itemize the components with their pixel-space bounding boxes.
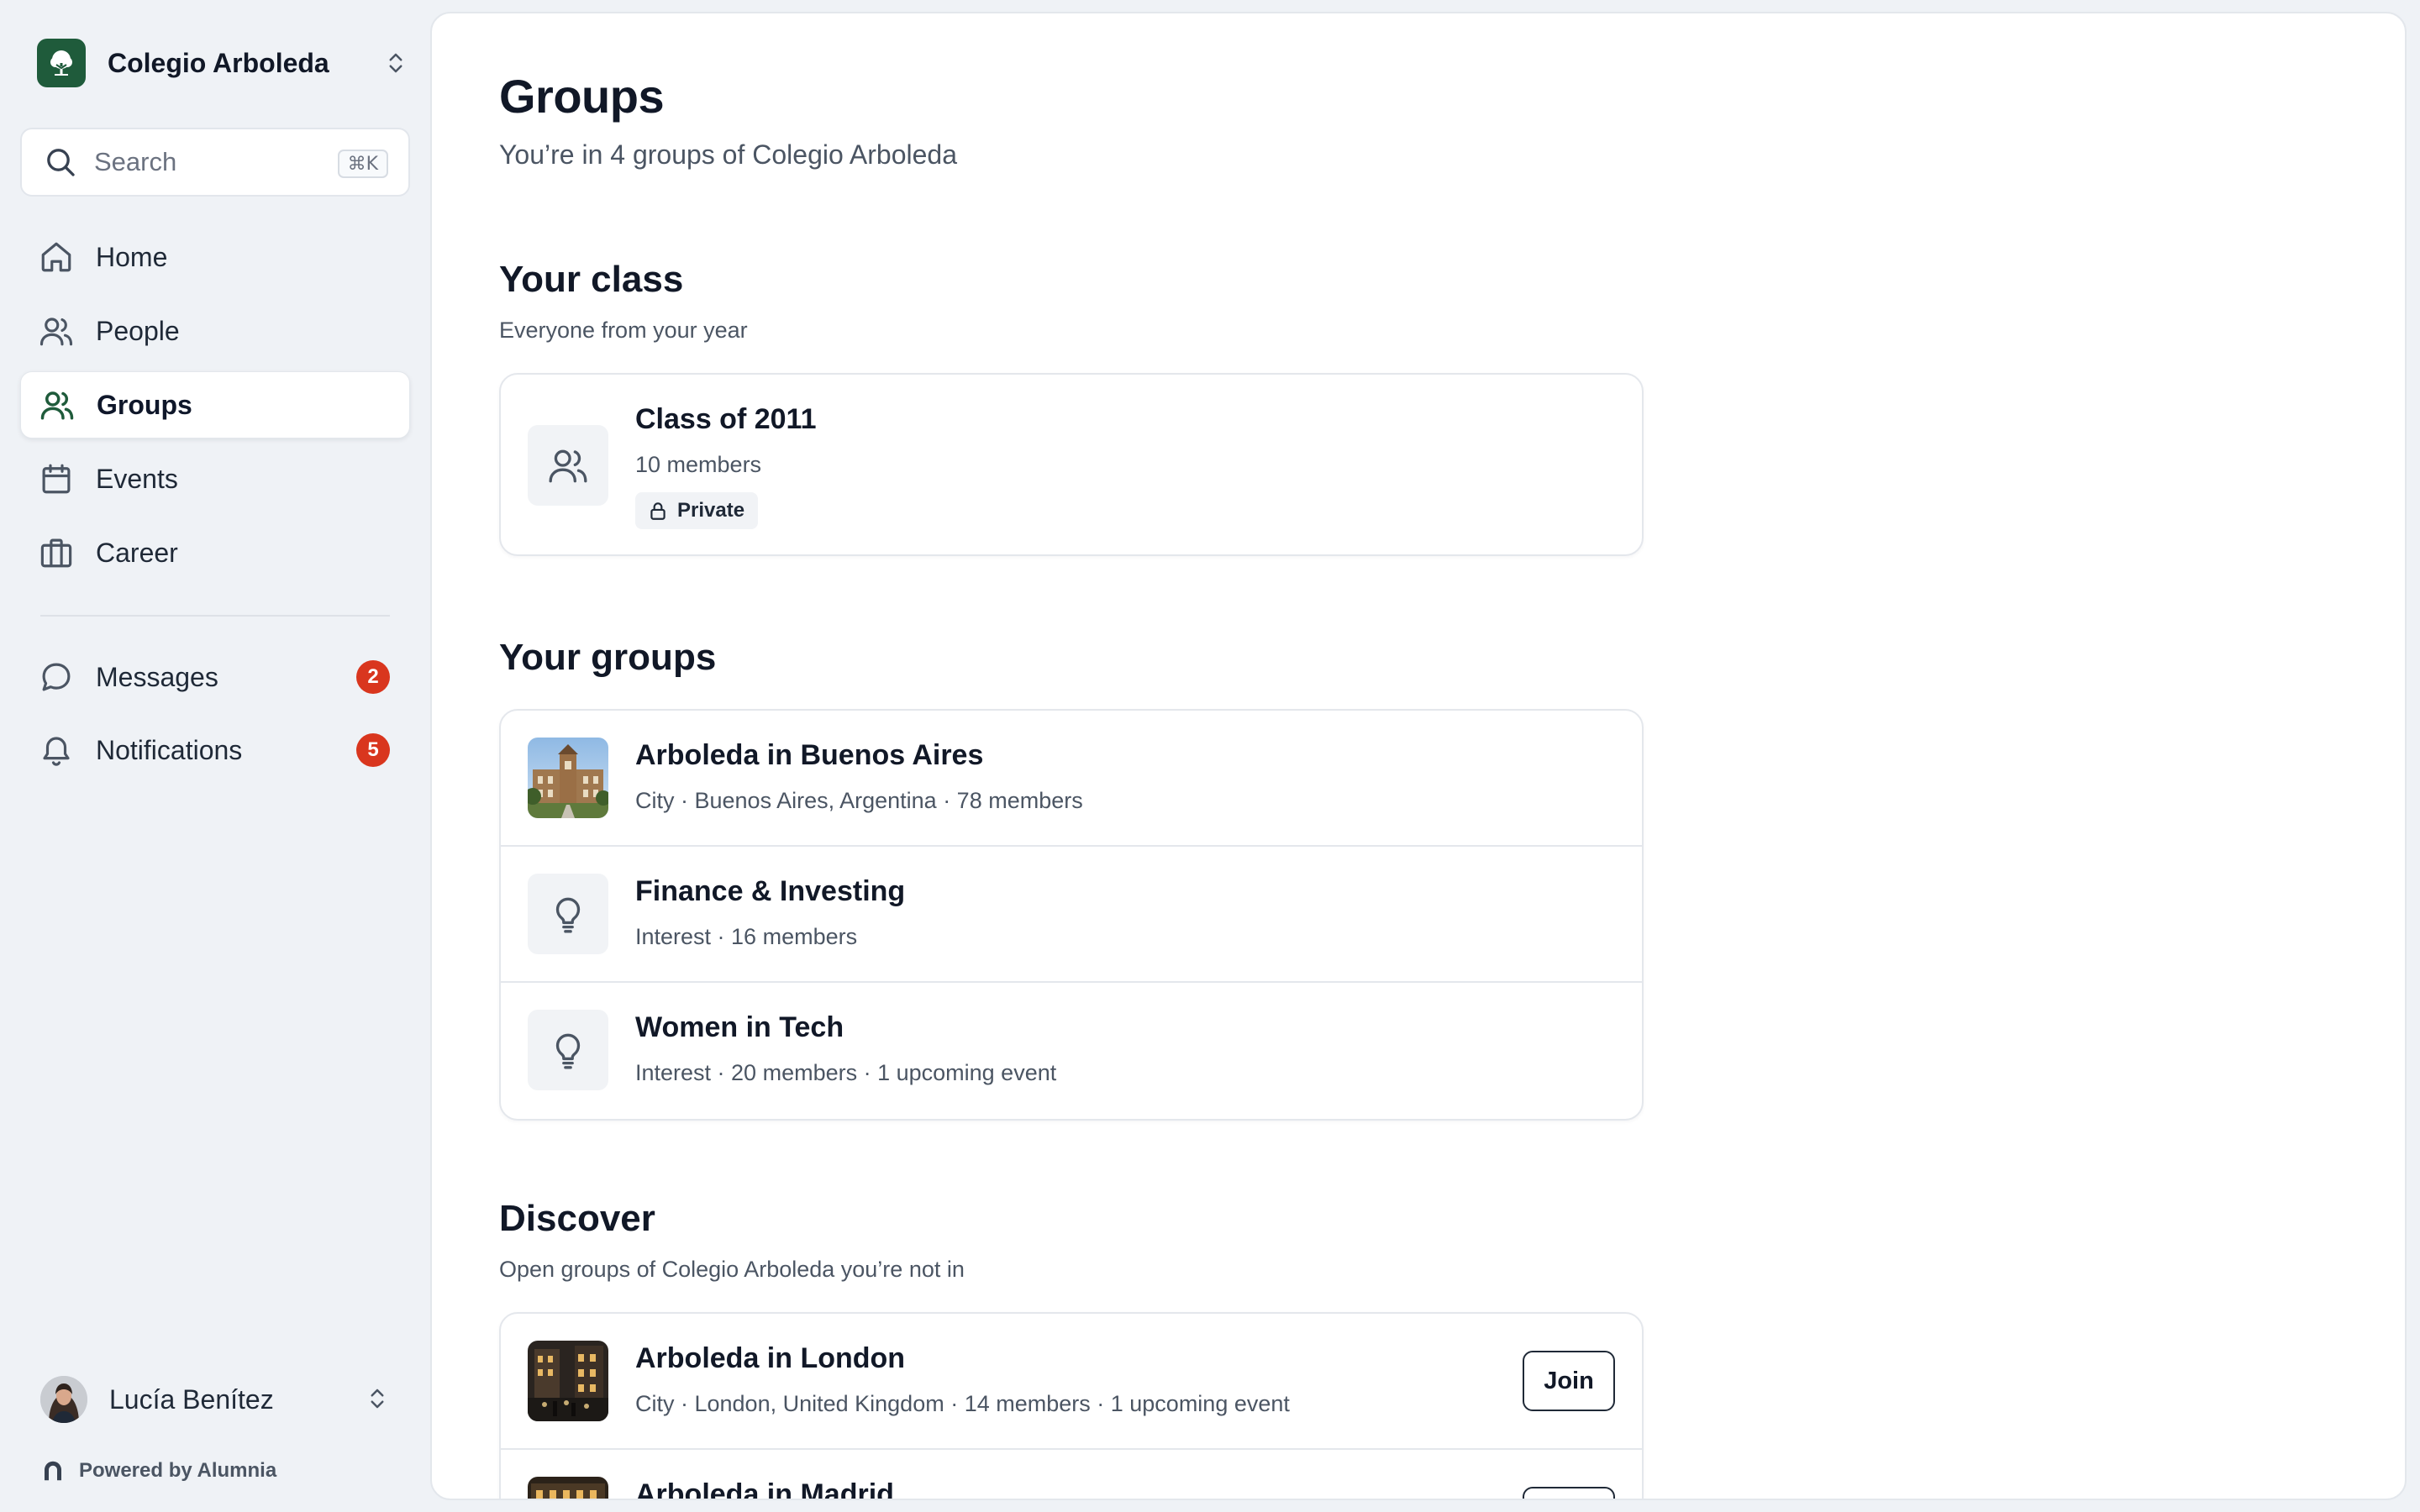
users-icon (549, 449, 587, 483)
city-photo (528, 1477, 608, 1499)
group-meta: 10 members (635, 452, 762, 477)
avatar (40, 1376, 87, 1423)
org-switcher[interactable]: Colegio Arboleda (37, 39, 408, 87)
sidebar-item-career[interactable]: Career (20, 519, 410, 586)
user-name: Lucía Benítez (109, 1383, 274, 1415)
sidebar-item-events[interactable]: Events (20, 445, 410, 512)
city-photo (528, 1341, 608, 1421)
sidebar-divider (40, 615, 390, 617)
group-meta: City · London, United Kingdom · 14 membe… (635, 1391, 1290, 1416)
group-thumbnail (528, 738, 608, 818)
section-subtitle-discover: Open groups of Colegio Arboleda you’re n… (499, 1257, 965, 1282)
group-name: Finance & Investing (635, 875, 906, 907)
group-meta: Interest · 16 members (635, 924, 858, 949)
join-button[interactable]: Join (1523, 1351, 1615, 1411)
sidebar-item-groups[interactable]: Groups (20, 371, 410, 438)
org-logo (37, 39, 86, 87)
home-icon (41, 242, 71, 272)
main-panel: Groups You’re in 4 groups of Colegio Arb… (430, 12, 2407, 1500)
section-title-your-class: Your class (499, 259, 684, 300)
sidebar-item-label: Home (96, 241, 168, 272)
calendar-icon (42, 464, 71, 494)
powered-by[interactable]: Powered by Alumnia (40, 1458, 276, 1483)
group-thumbnail (528, 1010, 608, 1090)
chevron-up-down-icon[interactable] (383, 50, 408, 76)
sidebar-item-people[interactable]: People (20, 297, 410, 365)
org-name: Colegio Arboleda (108, 47, 329, 78)
page-title: Groups (499, 70, 665, 123)
lightbulb-icon (555, 897, 581, 933)
people-icon (39, 318, 73, 346)
sidebar-item-label: Events (96, 463, 178, 494)
briefcase-icon (40, 538, 72, 568)
group-thumbnail (528, 874, 608, 954)
unread-badge: 5 (356, 733, 390, 767)
chevron-up-down-icon[interactable] (365, 1386, 390, 1411)
alumnia-logo-icon (45, 1461, 61, 1481)
powered-by-label: Powered by Alumnia (79, 1459, 277, 1482)
group-meta: Interest · 20 members · 1 upcoming event (635, 1060, 1057, 1085)
lightbulb-icon (555, 1033, 581, 1069)
group-meta: City · Buenos Aires, Argentina · 78 memb… (635, 788, 1083, 813)
group-name: Arboleda in Buenos Aires (635, 739, 984, 771)
privacy-label: Private (677, 499, 745, 522)
your-groups-list: Arboleda in Buenos Aires City · Buenos A… (499, 709, 1644, 1121)
chat-bubble-icon (42, 663, 71, 691)
section-title-discover: Discover (499, 1198, 655, 1239)
search-box[interactable]: ⌘K (20, 128, 410, 197)
sidebar-item-home[interactable]: Home (20, 223, 410, 291)
privacy-badge: Private (635, 492, 759, 529)
sidebar-item-label: People (96, 315, 180, 346)
sidebar-item-label: Groups (97, 389, 192, 420)
list-item[interactable]: Finance & Investing Interest · 16 member… (501, 847, 1642, 983)
section-subtitle-your-class: Everyone from your year (499, 318, 748, 343)
search-icon (47, 149, 75, 176)
search-input[interactable] (94, 147, 313, 177)
sidebar-item-label: Career (96, 537, 178, 568)
group-name: Arboleda in London (635, 1342, 906, 1374)
list-item[interactable]: Arboleda in Madrid Join (501, 1450, 1642, 1500)
sidebar-item-label: Messages (96, 661, 218, 692)
sidebar-item-label: Notifications (96, 734, 243, 765)
bell-icon (43, 737, 70, 766)
sidebar: Colegio Arboleda ⌘K Home People (0, 0, 430, 1512)
group-thumbnail (528, 1477, 608, 1499)
building-photo (528, 738, 608, 818)
section-title-your-groups: Your groups (499, 637, 717, 678)
search-shortcut-hint: ⌘K (337, 150, 388, 178)
sidebar-item-messages[interactable]: Messages 2 (20, 643, 410, 711)
list-item[interactable]: Arboleda in Buenos Aires City · Buenos A… (501, 711, 1642, 847)
discover-groups-list: Arboleda in London City · London, United… (499, 1312, 1644, 1500)
groups-icon (40, 391, 74, 420)
list-item[interactable]: Women in Tech Interest · 20 members · 1 … (501, 983, 1642, 1119)
sidebar-item-notifications[interactable]: Notifications 5 (20, 717, 410, 784)
tree-icon (50, 50, 72, 76)
user-menu[interactable]: Lucía Benítez (40, 1374, 390, 1425)
group-thumbnail (528, 425, 608, 506)
join-button[interactable]: Join (1523, 1487, 1615, 1499)
group-name: Arboleda in Madrid (635, 1478, 894, 1500)
list-item[interactable]: Arboleda in London City · London, United… (501, 1314, 1642, 1450)
unread-badge: 2 (356, 660, 390, 694)
user-photo (40, 1376, 87, 1423)
group-name: Women in Tech (635, 1011, 844, 1043)
group-thumbnail (528, 1341, 608, 1421)
group-name: Class of 2011 (635, 403, 817, 435)
lock-icon (650, 502, 666, 520)
class-group-card[interactable]: Class of 2011 10 members Private (499, 373, 1644, 556)
page-subtitle: You’re in 4 groups of Colegio Arboleda (499, 139, 957, 170)
